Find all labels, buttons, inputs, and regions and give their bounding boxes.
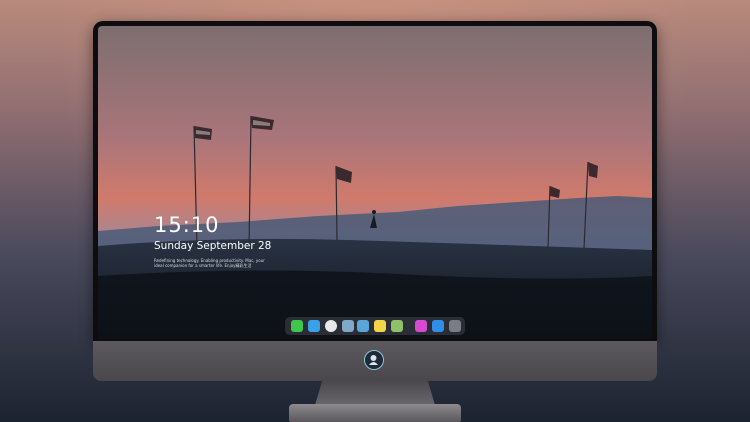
camera-icon[interactable] [449,320,461,332]
messages-icon[interactable] [291,320,303,332]
monitor-stand [315,381,435,405]
brand-logo-icon [364,350,384,370]
monitor-chin [93,341,657,381]
monitor-bezel: 15:10 Sunday September 28 Redefining tec… [93,21,657,341]
dock [285,317,465,335]
lock-date: Sunday September 28 [154,240,272,252]
photos-icon[interactable] [391,320,403,332]
final-cut-icon[interactable] [357,320,369,332]
preview-icon[interactable] [342,320,354,332]
safari-icon[interactable] [325,320,337,332]
notes-icon[interactable] [374,320,386,332]
itunes-icon[interactable] [415,320,427,332]
lock-blurb: Redefining technology. Enabling producti… [154,258,265,268]
desktop-screen: 15:10 Sunday September 28 Redefining tec… [98,26,652,339]
imac-monitor: 15:10 Sunday September 28 Redefining tec… [93,21,657,381]
wallpaper [98,26,652,339]
monitor-stand-base [289,404,461,422]
finder-icon[interactable] [308,320,320,332]
app-store-icon[interactable] [432,320,444,332]
lock-clock: 15:10 [154,213,220,237]
